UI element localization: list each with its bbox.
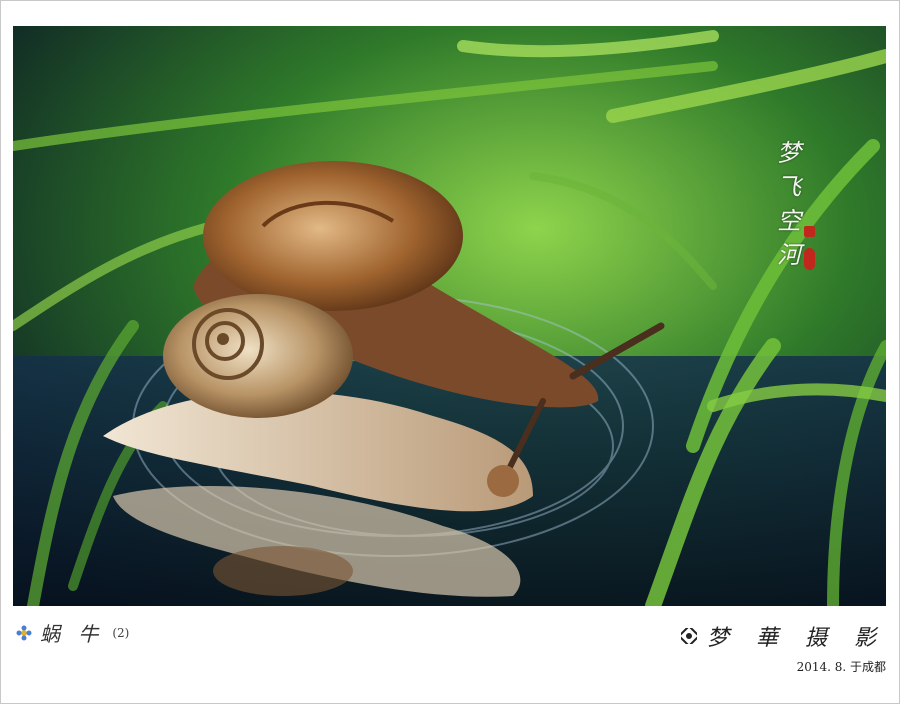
photographer-signature: 梦 華 摄 影 (707, 626, 886, 651)
caption-title-number: (2) (112, 625, 130, 640)
photo-calligraphy: 梦飞空河 (777, 139, 801, 269)
photo-date: 2014. 8. 于成都 (796, 660, 886, 674)
red-seal-stamp-top (804, 226, 815, 237)
red-seal-stamp-bottom (804, 248, 815, 270)
photograph: 梦飞空河 (13, 26, 886, 606)
caption-title: 蜗 牛 (40, 622, 105, 646)
caption-signature-block: 梦 華 摄 影 2014. 8. 于成都 (677, 620, 886, 675)
flower-icon (16, 625, 32, 641)
snail-photo-illustration (13, 26, 886, 606)
caption-title-block: 蜗 牛 (2) (16, 618, 129, 647)
seal-icon (677, 624, 701, 648)
